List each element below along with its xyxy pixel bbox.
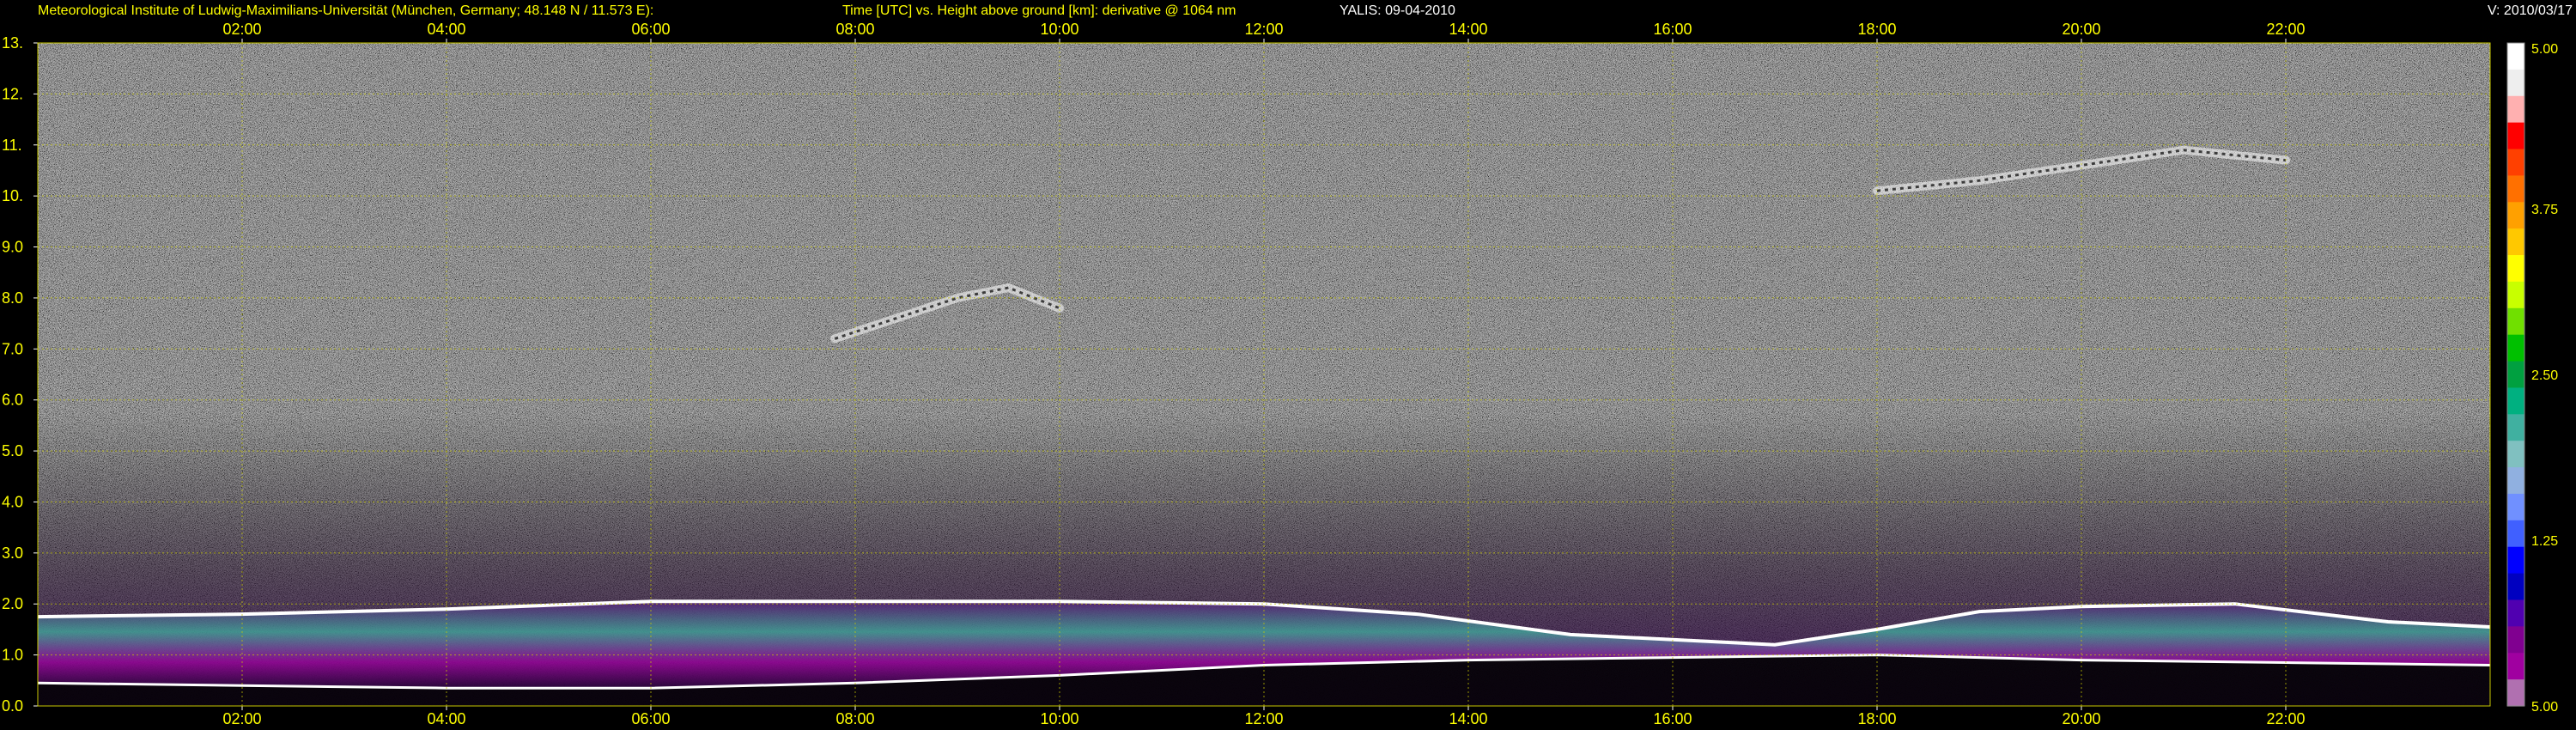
colorbar-swatch (2507, 122, 2524, 150)
y-tick-label: 3.0 (2, 544, 23, 562)
colorbar-swatch (2507, 679, 2524, 707)
header-instrument: YALIS: 09-04-2010 (1340, 3, 1455, 18)
x-tick-label-top: 10:00 (1040, 21, 1078, 38)
x-tick-label-bottom: 22:00 (2266, 710, 2305, 727)
colorbar-swatch (2507, 255, 2524, 283)
y-tick-label: 11. (2, 137, 22, 154)
colorbar-swatch (2507, 546, 2524, 575)
x-axis-bottom: 02:00 04:00 06:00 08:00 10:00 12:00 14:00 16:00… (222, 706, 2306, 727)
x-tick-label-top: 08:00 (835, 21, 874, 38)
colorbar-swatch (2507, 520, 2524, 548)
y-tick-label: 1.0 (2, 647, 23, 664)
colorbar-swatch (2507, 307, 2524, 336)
colorbar-tick-label: 5.00 (2531, 42, 2558, 57)
colorbar-swatch (2507, 228, 2524, 256)
colorbar-swatch (2507, 493, 2524, 521)
colorbar-swatch (2507, 414, 2524, 441)
x-tick-label-bottom: 06:00 (631, 710, 670, 727)
x-tick-label-top: 06:00 (631, 21, 670, 38)
x-tick-label-bottom: 12:00 (1244, 710, 1283, 727)
colorbar-swatch (2507, 653, 2524, 680)
x-tick-label-bottom: 14:00 (1449, 710, 1487, 727)
y-tick-label: 2.0 (2, 595, 23, 612)
x-tick-label-bottom: 08:00 (835, 710, 874, 727)
colorbar-swatch (2507, 334, 2524, 362)
x-tick-label-bottom: 20:00 (2062, 710, 2100, 727)
x-tick-label-bottom: 02:00 (222, 710, 261, 727)
x-tick-label-bottom: 10:00 (1040, 710, 1078, 727)
y-tick-label: 7.0 (2, 340, 23, 357)
y-axis: 0.0 1.0 2.0 3.0 4.0 5.0 6.0 7.0 8.0 9.0 10. 11. 12. 1… (2, 34, 38, 715)
x-tick-label-bottom: 04:00 (427, 710, 465, 727)
colorbar-swatch (2507, 467, 2524, 495)
y-tick-label: 10. (2, 187, 23, 204)
x-tick-label-bottom: 18:00 (1857, 710, 1896, 727)
colorbar (2506, 42, 2525, 707)
x-tick-label-top: 20:00 (2062, 21, 2100, 38)
colorbar-tick-label: 1.25 (2531, 534, 2558, 549)
colorbar-swatch (2507, 387, 2524, 415)
colorbar-tick-label: 3.75 (2531, 203, 2558, 217)
header-institute: Meteorological Institute of Ludwig-Maxim… (38, 3, 653, 18)
y-tick-label: 5.0 (2, 442, 23, 459)
colorbar-swatch (2507, 175, 2524, 203)
colorbar-swatch (2507, 573, 2524, 601)
colorbar-swatch (2507, 43, 2524, 70)
x-tick-label-top: 04:00 (427, 21, 465, 38)
colorbar-swatch (2507, 149, 2524, 176)
x-tick-label-top: 18:00 (1857, 21, 1896, 38)
colorbar-swatch (2507, 202, 2524, 229)
header-description: Time [UTC] vs. Height above ground [km]:… (842, 3, 1236, 18)
colorbar-swatch (2507, 281, 2524, 309)
colorbar-tick-label: 5.00 (2531, 700, 2558, 715)
y-tick-label: 0.0 (2, 697, 23, 715)
lidar-chart: Meteorological Institute of Ludwig-Maxim… (2, 3, 2573, 727)
y-tick-label: 12. (2, 85, 23, 102)
colorbar-swatch (2507, 361, 2524, 389)
x-tick-label-top: 16:00 (1653, 21, 1692, 38)
y-tick-label: 13. (2, 34, 23, 52)
y-tick-label: 8.0 (2, 289, 23, 307)
colorbar-tick-label: 2.50 (2531, 368, 2558, 383)
colorbar-swatch (2507, 441, 2524, 468)
colorbar-swatch (2507, 69, 2524, 97)
colorbar-swatch (2507, 599, 2524, 627)
header-version: V: 2010/03/17 (2488, 3, 2573, 18)
y-tick-label: 6.0 (2, 392, 23, 409)
y-tick-label: 9.0 (2, 239, 23, 256)
x-tick-label-bottom: 16:00 (1653, 710, 1692, 727)
colorbar-swatch (2507, 626, 2524, 654)
colorbar-tick-labels: 5.00 3.75 2.50 1.25 5.00 (2531, 42, 2558, 715)
x-tick-label-top: 12:00 (1244, 21, 1283, 38)
x-axis-top: 02:00 04:00 06:00 08:00 10:00 12:00 14:00 16:00… (222, 21, 2306, 43)
x-tick-label-top: 22:00 (2266, 21, 2305, 38)
colorbar-swatch (2507, 95, 2524, 124)
x-tick-label-top: 14:00 (1449, 21, 1487, 38)
x-tick-label-top: 02:00 (222, 21, 261, 38)
y-tick-label: 4.0 (2, 493, 23, 510)
